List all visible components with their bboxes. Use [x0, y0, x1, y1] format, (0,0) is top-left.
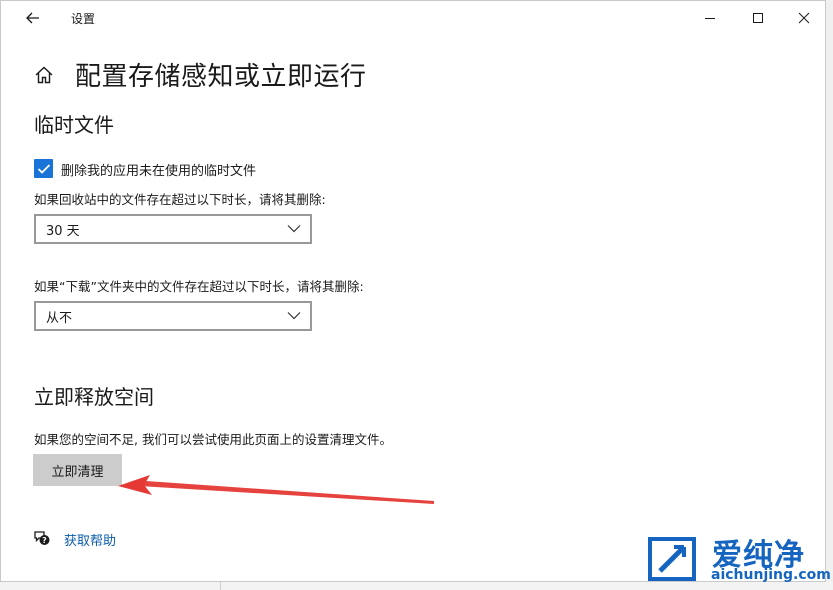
bottom-edge-strip [0, 582, 833, 590]
edge-seam [220, 582, 221, 590]
free-space-description: 如果您的空间不足, 我们可以尝试使用此页面上的设置清理文件。 [34, 432, 392, 447]
section-title-free-space: 立即释放空间 [34, 385, 154, 409]
maximize-icon [753, 13, 763, 23]
downloads-label: 如果“下载”文件夹中的文件存在超过以下时长，请将其删除: [34, 279, 364, 294]
close-button[interactable] [781, 1, 827, 35]
settings-window: 设置 配置存储感知或立即运行 临时文件 删除我的应用未在使用的临时文件 如果回收… [0, 0, 826, 582]
watermark-logo-icon [648, 537, 696, 581]
title-bar: 设置 [1, 1, 827, 35]
recycle-bin-dropdown-value: 30 天 [46, 223, 80, 239]
svg-text:?: ? [42, 536, 47, 545]
back-arrow-icon [26, 12, 39, 24]
downloads-dropdown-value: 从不 [46, 310, 73, 326]
clean-now-button[interactable]: 立即清理 [33, 454, 122, 486]
chevron-down-icon [287, 225, 301, 233]
minimize-button[interactable] [687, 1, 733, 35]
get-help-link[interactable]: 获取帮助 [64, 530, 116, 549]
app-title: 设置 [71, 12, 96, 26]
close-icon [798, 12, 810, 24]
chevron-down-icon [287, 312, 301, 320]
help-chat-icon: ? [34, 531, 50, 545]
section-title-temp-files: 临时文件 [34, 113, 114, 137]
delete-temp-files-checkbox[interactable] [34, 159, 53, 178]
minimize-icon [705, 18, 715, 19]
delete-temp-files-label[interactable]: 删除我的应用未在使用的临时文件 [61, 160, 256, 179]
right-edge-strip [826, 0, 833, 590]
home-icon[interactable] [34, 65, 54, 85]
recycle-bin-dropdown[interactable]: 30 天 [34, 214, 312, 244]
recycle-bin-label: 如果回收站中的文件存在超过以下时长，请将其删除: [34, 192, 326, 207]
maximize-button[interactable] [735, 1, 781, 35]
watermark-domain: aichunjing.com [711, 567, 831, 583]
page-title: 配置存储感知或立即运行 [75, 62, 367, 92]
back-button[interactable] [21, 7, 45, 29]
checkmark-icon [37, 163, 50, 174]
downloads-dropdown[interactable]: 从不 [34, 301, 312, 331]
red-arrow-annotation [118, 475, 434, 504]
